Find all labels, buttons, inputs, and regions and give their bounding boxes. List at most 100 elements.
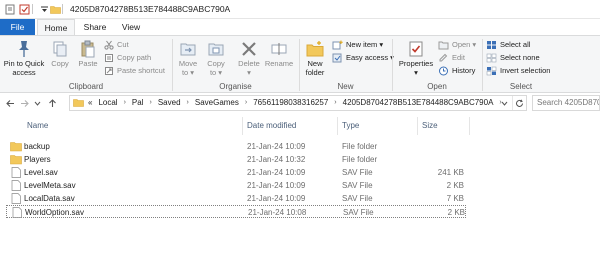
column-divider[interactable] — [337, 117, 338, 135]
address-bar[interactable]: « Local › Pal › Saved › SaveGames › 7656… — [69, 95, 527, 111]
column-divider[interactable] — [417, 117, 418, 135]
breadcrumb: « Local › Pal › Saved › SaveGames › 7656… — [88, 96, 508, 110]
folder-icon — [10, 155, 22, 165]
file-row[interactable]: Level.sav 21-Jan-24 10:09 SAV File 241 K… — [6, 166, 466, 179]
file-name: WorldOption.sav — [25, 208, 84, 217]
copy-to-icon — [208, 43, 224, 56]
move-to-icon — [180, 43, 196, 56]
column-divider[interactable] — [242, 117, 243, 135]
pin-to-quick-access-button[interactable]: Pin to Quick access — [3, 40, 45, 77]
breadcrumb-savegames[interactable]: SaveGames — [195, 96, 239, 110]
ribbon: Pin to Quick access Copy Paste Cut Copy … — [0, 35, 600, 93]
column-header-name[interactable]: Name — [27, 119, 48, 133]
file-row[interactable]: LevelMeta.sav 21-Jan-24 10:09 SAV File 2… — [6, 179, 466, 192]
easy-access-button[interactable]: Easy access ▾ — [332, 52, 394, 64]
checkbox-icon[interactable] — [18, 3, 30, 15]
search-input[interactable]: Search 4205D8704278B513E784488C9ABC790A — [532, 95, 600, 111]
easy-access-label: Easy access ▾ — [346, 53, 394, 62]
properties-icon — [409, 41, 423, 57]
invert-selection-label: Invert selection — [500, 66, 551, 75]
tab-view[interactable]: View — [115, 19, 147, 36]
breadcrumb-overflow[interactable]: « — [88, 96, 92, 110]
select-none-button[interactable]: Select none — [486, 52, 540, 64]
edit-button[interactable]: Edit — [438, 52, 465, 64]
chevron-right-icon[interactable]: › — [124, 96, 126, 110]
title-divider — [62, 4, 63, 14]
column-header-date-modified[interactable]: Date modified — [247, 119, 296, 133]
file-row[interactable]: LocalData.sav 21-Jan-24 10:09 SAV File 7… — [6, 192, 466, 205]
new-folder-button[interactable]: New folder — [302, 40, 328, 77]
copy-to-label: Copy to ▾ — [207, 59, 225, 77]
copy-button[interactable]: Copy — [49, 40, 71, 68]
quick-access-divider — [32, 4, 33, 14]
file-type: SAV File — [342, 194, 373, 203]
cut-button[interactable]: Cut — [104, 39, 129, 51]
file-size — [416, 153, 464, 166]
select-all-label: Select all — [500, 40, 531, 49]
copy-to-button[interactable]: Copy to ▾ — [204, 40, 228, 77]
delete-label: Delete ▾ — [238, 59, 260, 77]
folder-icon — [10, 142, 22, 152]
back-arrow-icon[interactable] — [4, 97, 16, 109]
new-item-button[interactable]: New item ▾ — [332, 39, 383, 51]
file-date: 21-Jan-24 10:09 — [247, 181, 306, 190]
file-type: SAV File — [342, 181, 373, 190]
properties-label: Properties ▾ — [398, 59, 434, 77]
paste-shortcut-icon — [105, 67, 113, 75]
copy-icon — [53, 41, 67, 57]
forward-arrow-icon[interactable] — [19, 97, 31, 109]
chevron-right-icon[interactable]: › — [187, 96, 189, 110]
properties-icon[interactable] — [4, 3, 16, 15]
file-type: File folder — [342, 155, 378, 164]
file-date: 21-Jan-24 10:08 — [248, 208, 307, 217]
file-row[interactable]: Players 21-Jan-24 10:32 File folder — [6, 153, 466, 166]
file-size: 241 KB — [437, 168, 464, 177]
invert-selection-button[interactable]: Invert selection — [486, 65, 550, 77]
history-label: History — [452, 66, 476, 75]
select-all-button[interactable]: Select all — [486, 39, 530, 51]
breadcrumb-pal[interactable]: Pal — [132, 96, 144, 110]
search-placeholder: Search 4205D8704278B513E784488C9ABC790A — [537, 98, 600, 107]
file-name: LevelMeta.sav — [24, 181, 76, 190]
file-row[interactable]: WorldOption.sav 21-Jan-24 10:08 SAV File… — [6, 205, 466, 218]
breadcrumb-current[interactable]: 4205D8704278B513E784488C9ABC790A — [343, 96, 494, 110]
breadcrumb-saved[interactable]: Saved — [158, 96, 181, 110]
properties-button[interactable]: Properties ▾ — [396, 40, 436, 77]
open-label: Open ▾ — [452, 40, 477, 49]
column-header-type[interactable]: Type — [342, 119, 359, 133]
tab-file[interactable]: File — [0, 19, 35, 36]
new-item-icon — [332, 40, 343, 50]
file-row[interactable]: backup 21-Jan-24 10:09 File folder — [6, 140, 466, 153]
paste-shortcut-button[interactable]: Paste shortcut — [104, 65, 165, 77]
move-to-button[interactable]: Move to ▾ — [176, 40, 200, 77]
column-divider[interactable] — [469, 117, 470, 135]
ribbon-tabs: File Home Share View — [0, 19, 600, 37]
delete-button[interactable]: Delete ▾ — [236, 40, 262, 77]
recent-locations-chevron-icon[interactable] — [33, 97, 41, 109]
column-header-size[interactable]: Size — [422, 119, 438, 133]
file-name: backup — [24, 142, 50, 151]
file-date: 21-Jan-24 10:09 — [247, 142, 306, 151]
breadcrumb-steam-id[interactable]: 76561198038316257 — [253, 96, 328, 110]
file-type: SAV File — [342, 168, 373, 177]
address-dropdown-icon[interactable] — [497, 96, 511, 110]
breadcrumb-local[interactable]: Local — [98, 96, 117, 110]
navigation-bar: « Local › Pal › Saved › SaveGames › 7656… — [0, 93, 600, 113]
file-type: SAV File — [343, 208, 374, 217]
open-button[interactable]: Open ▾ — [438, 39, 476, 51]
delete-icon — [242, 42, 256, 56]
select-group-label: Select — [509, 82, 533, 91]
invert-selection-icon — [486, 66, 497, 76]
chevron-right-icon[interactable]: › — [334, 96, 336, 110]
refresh-icon[interactable] — [512, 96, 526, 110]
up-arrow-icon[interactable] — [46, 97, 58, 109]
chevron-right-icon[interactable]: › — [149, 96, 151, 110]
copy-path-button[interactable]: Copy path — [104, 52, 151, 64]
chevron-right-icon[interactable]: › — [245, 96, 247, 110]
copy-path-label: Copy path — [117, 53, 152, 62]
paste-button[interactable]: Paste — [76, 40, 100, 68]
file-name: Level.sav — [24, 168, 58, 177]
history-button[interactable]: History — [438, 65, 475, 77]
rename-button[interactable]: Rename — [264, 40, 294, 68]
tab-share[interactable]: Share — [77, 19, 113, 36]
